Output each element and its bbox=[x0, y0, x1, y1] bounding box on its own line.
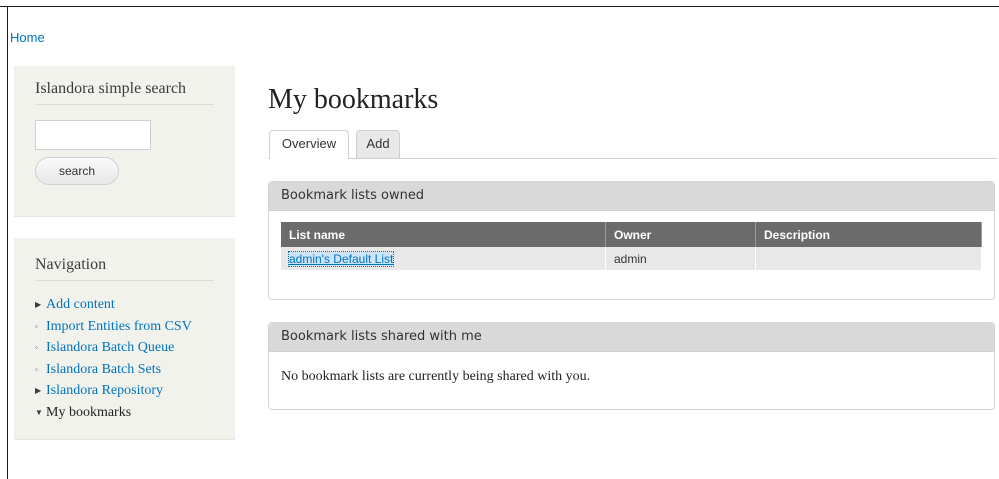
nav-link[interactable]: Islandora Batch Queue bbox=[46, 337, 174, 359]
list-link[interactable]: admin's Default List bbox=[287, 250, 395, 267]
owner-cell: admin bbox=[605, 247, 756, 270]
leaf-bullet-icon: ◦ bbox=[35, 364, 38, 374]
navigation-title: Navigation bbox=[35, 256, 214, 281]
collapsed-arrow-icon: ▶ bbox=[35, 386, 42, 395]
shared-lists-header: Bookmark lists shared with me bbox=[269, 323, 994, 352]
owned-lists-table: List name Owner Description admin's Defa… bbox=[281, 222, 982, 270]
nav-item-batch-queue[interactable]: ◦ Islandora Batch Queue bbox=[35, 337, 192, 359]
nav-item-repository[interactable]: ▶ Islandora Repository bbox=[35, 380, 192, 402]
nav-item-batch-sets[interactable]: ◦ Islandora Batch Sets bbox=[35, 359, 192, 381]
nav-link[interactable]: Add content bbox=[46, 294, 115, 316]
leaf-bullet-icon: ◦ bbox=[35, 343, 38, 352]
collapsed-arrow-icon: ▶ bbox=[35, 300, 42, 309]
description-cell bbox=[755, 247, 982, 270]
expanded-arrow-icon: ▼ bbox=[35, 407, 43, 417]
table-header-row: List name Owner Description bbox=[281, 222, 982, 247]
shared-lists-panel: Bookmark lists shared with me No bookmar… bbox=[268, 322, 995, 410]
search-block-title: Islandora simple search bbox=[35, 80, 214, 105]
tab-overview[interactable]: Overview bbox=[269, 130, 349, 159]
nav-item-import-entities[interactable]: ◦ Import Entities from CSV bbox=[35, 316, 192, 338]
owned-lists-header: Bookmark lists owned bbox=[269, 182, 994, 211]
nav-item-add-content[interactable]: ▶ Add content bbox=[35, 294, 192, 316]
shared-empty-message: No bookmark lists are currently being sh… bbox=[281, 369, 591, 384]
nav-item-my-bookmarks[interactable]: ▼ My bookmarks bbox=[35, 402, 192, 424]
search-block: Islandora simple search search bbox=[14, 66, 235, 217]
breadcrumb-home-link[interactable]: Home bbox=[10, 30, 45, 45]
search-input[interactable] bbox=[35, 120, 151, 150]
page-title: My bookmarks bbox=[268, 84, 439, 115]
navigation-list: ▶ Add content ◦ Import Entities from CSV… bbox=[35, 294, 192, 423]
column-header-owner: Owner bbox=[605, 222, 756, 247]
column-header-list-name: List name bbox=[281, 222, 606, 247]
nav-link[interactable]: Islandora Batch Sets bbox=[46, 359, 161, 381]
search-button[interactable]: search bbox=[35, 157, 119, 185]
owned-lists-panel: Bookmark lists owned List name Owner Des… bbox=[268, 181, 995, 300]
nav-link-active[interactable]: My bookmarks bbox=[46, 402, 131, 424]
tab-add[interactable]: Add bbox=[356, 130, 400, 158]
nav-link[interactable]: Import Entities from CSV bbox=[46, 316, 192, 338]
tab-bar: Overview Add bbox=[268, 130, 997, 159]
list-name-cell: admin's Default List bbox=[281, 247, 606, 270]
leaf-bullet-icon: ◦ bbox=[35, 321, 38, 331]
window-frame-top bbox=[0, 0, 999, 7]
column-header-description: Description bbox=[755, 222, 982, 247]
nav-link[interactable]: Islandora Repository bbox=[46, 380, 163, 402]
table-row: admin's Default List admin bbox=[281, 247, 982, 270]
navigation-block: Navigation ▶ Add content ◦ Import Entiti… bbox=[14, 238, 235, 440]
window-frame-left bbox=[7, 6, 8, 479]
